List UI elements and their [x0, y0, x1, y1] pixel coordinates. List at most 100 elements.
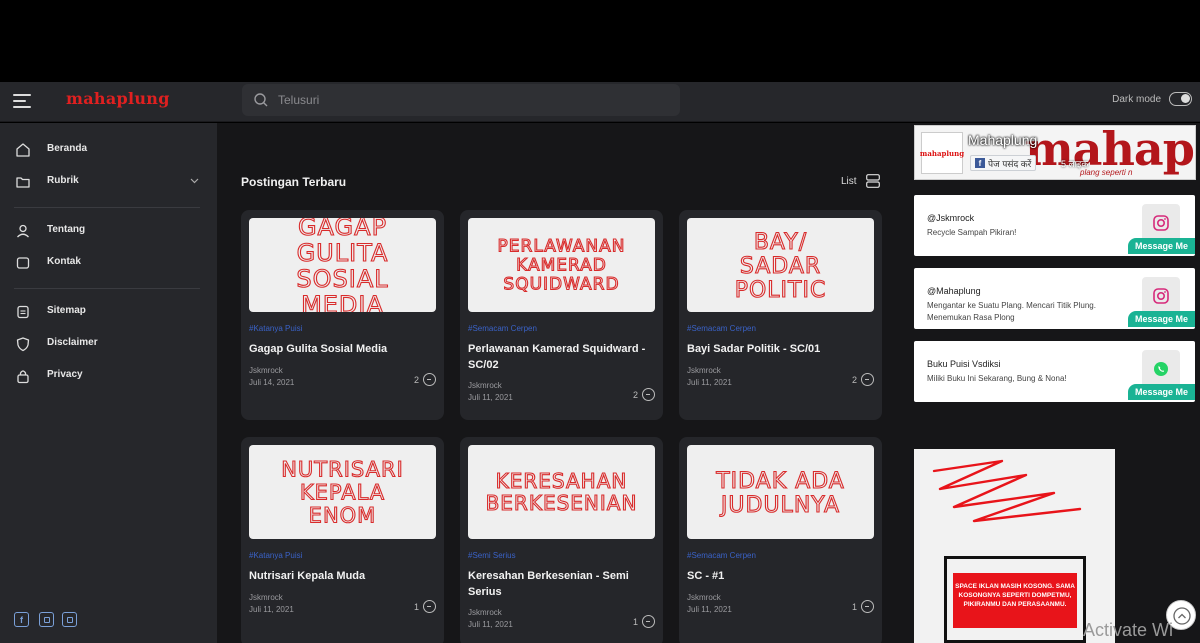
thumbnail-text: SADAR: [740, 254, 821, 279]
message-card-desc: Miliki Buku Ini Sekarang, Bung & Nona!: [927, 374, 1067, 383]
post-title[interactable]: Nutrisari Kepala Muda: [249, 568, 435, 584]
post-author: Jskmrock: [249, 593, 283, 602]
ad-frame: SPACE IKLAN MASIH KOSONG. SAMA KOSONGNYA…: [944, 556, 1086, 643]
sidebar-item-beranda[interactable]: Beranda: [0, 138, 217, 162]
comment-count[interactable]: 2: [852, 373, 874, 386]
handwritten-thumbnail: TIDAK ADAJUDULNYA: [715, 468, 845, 518]
activate-windows-watermark: Activate Wi: [1083, 620, 1174, 640]
instagram-icon: [1142, 277, 1180, 315]
comment-count-value: 2: [851, 374, 857, 385]
post-date: Juli 11, 2021: [468, 393, 513, 402]
site-logo[interactable]: mahaplung: [66, 89, 170, 108]
header: mahaplung Dark mode: [0, 82, 1200, 122]
comment-icon: [642, 388, 655, 401]
thumbnail-text: JUDULNYA: [719, 493, 840, 518]
post-category[interactable]: #Semacam Cerpen: [468, 324, 537, 333]
post-date: Juli 11, 2021: [249, 605, 294, 614]
post-title[interactable]: Gagap Gulita Sosial Media: [249, 341, 435, 357]
ad-banner[interactable]: SPACE IKLAN MASIH KOSONG. SAMA KOSONGNYA…: [914, 449, 1115, 643]
post-card[interactable]: GAGAP GULITA SOSIAL MEDIA #Katanya Puisi Gaga…: [241, 210, 444, 420]
post-thumbnail[interactable]: NUTRISARI KEPALA ENOM: [249, 445, 436, 539]
post-thumbnail[interactable]: BAY/SADAR POLITIC: [687, 218, 874, 312]
comment-count[interactable]: 2: [414, 373, 436, 386]
handwritten-thumbnail: GAGAPGULITASOSIALMEDIA: [296, 218, 389, 312]
post-thumbnail[interactable]: GAGAP GULITA SOSIAL MEDIA: [249, 218, 436, 312]
square-icon[interactable]: [62, 612, 77, 627]
post-card[interactable]: NUTRISARI KEPALA ENOM #Katanya Puisi Nutrisa…: [241, 437, 444, 643]
red-squiggle-graphic: [932, 459, 1082, 523]
post-thumbnail[interactable]: PERLAWANAN KAMERAD SQUIDWARD: [468, 218, 655, 312]
sidebar-item-tentang[interactable]: Tentang: [0, 219, 217, 243]
comment-count[interactable]: 1: [414, 600, 436, 613]
home-icon: [16, 143, 30, 157]
message-card-title: @Mahaplung: [927, 286, 981, 296]
divider: [14, 207, 200, 208]
thumbnail-text: GAGAP: [298, 218, 387, 241]
message-me-button[interactable]: Message Me: [1128, 238, 1195, 254]
post-category[interactable]: #Semacam Cerpen: [687, 551, 756, 560]
search-input[interactable]: [278, 90, 658, 110]
sidebar-item-disclaimer[interactable]: Disclaimer: [0, 332, 217, 356]
post-category[interactable]: #Katanya Puisi: [249, 324, 302, 333]
facebook-page-widget[interactable]: mahaplung plang seperti n mahaplung Maha…: [914, 125, 1196, 180]
post-category[interactable]: #Semi Serius: [468, 551, 516, 560]
thumbnail-text: GULITA: [297, 239, 389, 267]
comment-count-value: 1: [851, 601, 857, 612]
user-icon: [17, 224, 29, 238]
comment-count[interactable]: 1: [852, 600, 874, 613]
chevron-down-icon[interactable]: [190, 178, 199, 184]
comment-icon: [423, 600, 436, 613]
comment-icon: [642, 615, 655, 628]
search-bar[interactable]: [242, 84, 680, 116]
post-title[interactable]: Perlawanan Kamerad Squidward - SC/02: [468, 341, 654, 373]
fb-page-name[interactable]: Mahaplung: [968, 132, 1037, 148]
dark-mode-toggle[interactable]: [1169, 92, 1192, 106]
thumbnail-text: KAMERAD: [516, 256, 607, 276]
sidebar-item-rubrik[interactable]: Rubrik: [0, 170, 217, 194]
list-view-toggle[interactable]: List: [841, 174, 880, 188]
message-me-button[interactable]: Message Me: [1128, 384, 1195, 400]
comment-icon: [423, 373, 436, 386]
post-card[interactable]: KERESAHAN BERKESENIAN #Semi Serius Keresaha…: [460, 437, 663, 643]
post-category[interactable]: #Semacam Cerpen: [687, 324, 756, 333]
square-icon[interactable]: [39, 612, 54, 627]
post-title[interactable]: Keresahan Berkesenian - Semi Serius: [468, 568, 654, 600]
post-card[interactable]: PERLAWANAN KAMERAD SQUIDWARD #Semacam Cerpe…: [460, 210, 663, 420]
divider: [14, 288, 200, 289]
comment-count-value: 2: [413, 374, 419, 385]
search-icon: [254, 93, 268, 107]
sidebar-item-label: Disclaimer: [47, 337, 98, 348]
menu-icon[interactable]: [13, 94, 31, 108]
dark-mode-control: Dark mode: [1112, 92, 1192, 106]
post-title[interactable]: SC - #1: [687, 568, 873, 584]
post-card[interactable]: TIDAK ADA JUDULNYA #Semacam Cerpen SC - #1 J…: [679, 437, 882, 643]
thumbnail-text: NUTRISARI: [281, 458, 404, 482]
post-author: Jskmrock: [687, 593, 721, 602]
thumbnail-text: BERKESENIAN: [486, 491, 638, 515]
fb-like-button[interactable]: f पेज पसंद करें: [970, 155, 1037, 171]
section-title: Postingan Terbaru: [241, 175, 347, 189]
post-card[interactable]: BAY/SADAR POLITIC #Semacam Cerpen Bayi Sada…: [679, 210, 882, 420]
sidebar-item-kontak[interactable]: Kontak: [0, 251, 217, 275]
post-title[interactable]: Bayi Sadar Politik - SC/01: [687, 341, 873, 357]
sitemap-icon: [17, 305, 29, 319]
comment-count[interactable]: 1: [633, 615, 655, 628]
whatsapp-icon: [1142, 350, 1180, 388]
handwritten-thumbnail: BAY/SADARPOLITIC: [734, 229, 826, 303]
comment-count[interactable]: 2: [633, 388, 655, 401]
thumbnail-text: ENOM: [309, 504, 377, 528]
sidebar-item-label: Kontak: [47, 256, 81, 267]
post-date: Juli 11, 2021: [468, 620, 513, 629]
sidebar-item-privacy[interactable]: Privacy: [0, 364, 217, 388]
post-thumbnail[interactable]: KERESAHAN BERKESENIAN: [468, 445, 655, 539]
post-author: Jskmrock: [468, 381, 502, 390]
sidebar-item-sitemap[interactable]: Sitemap: [0, 300, 217, 324]
message-me-button[interactable]: Message Me: [1128, 311, 1195, 327]
handwritten-thumbnail: PERLAWANANKAMERADSQUIDWARD: [497, 236, 626, 295]
thumbnail-text: PERLAWANAN: [498, 237, 626, 257]
message-card-desc: Recycle Sampah Pikiran!: [927, 228, 1017, 237]
post-category[interactable]: #Katanya Puisi: [249, 551, 302, 560]
facebook-icon[interactable]: f: [14, 612, 29, 627]
message-card: @Jskmrock Recycle Sampah Pikiran! Messag…: [914, 195, 1195, 256]
post-thumbnail[interactable]: TIDAK ADA JUDULNYA: [687, 445, 874, 539]
